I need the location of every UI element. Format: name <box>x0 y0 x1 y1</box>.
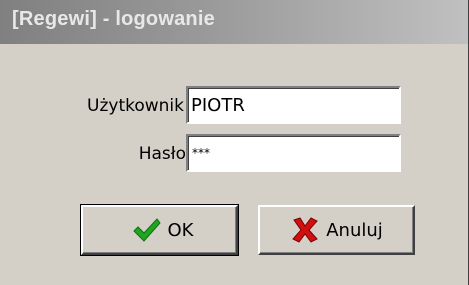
password-input[interactable] <box>186 134 401 172</box>
window-title: [Regewi] - logowanie <box>12 8 215 30</box>
cancel-button[interactable]: Anuluj <box>258 205 415 255</box>
checkmark-icon <box>132 216 162 244</box>
password-label: Hasło <box>138 144 186 164</box>
username-input[interactable] <box>186 86 401 124</box>
ok-button-label: OK <box>167 219 194 241</box>
login-dialog: [Regewi] - logowanie Użytkownik Hasło OK… <box>0 0 469 285</box>
username-label: Użytkownik <box>87 96 184 116</box>
cancel-button-label: Anuluj <box>326 219 383 241</box>
ok-button[interactable]: OK <box>80 204 239 256</box>
cross-icon <box>290 216 320 244</box>
title-bar[interactable]: [Regewi] - logowanie <box>0 0 468 44</box>
